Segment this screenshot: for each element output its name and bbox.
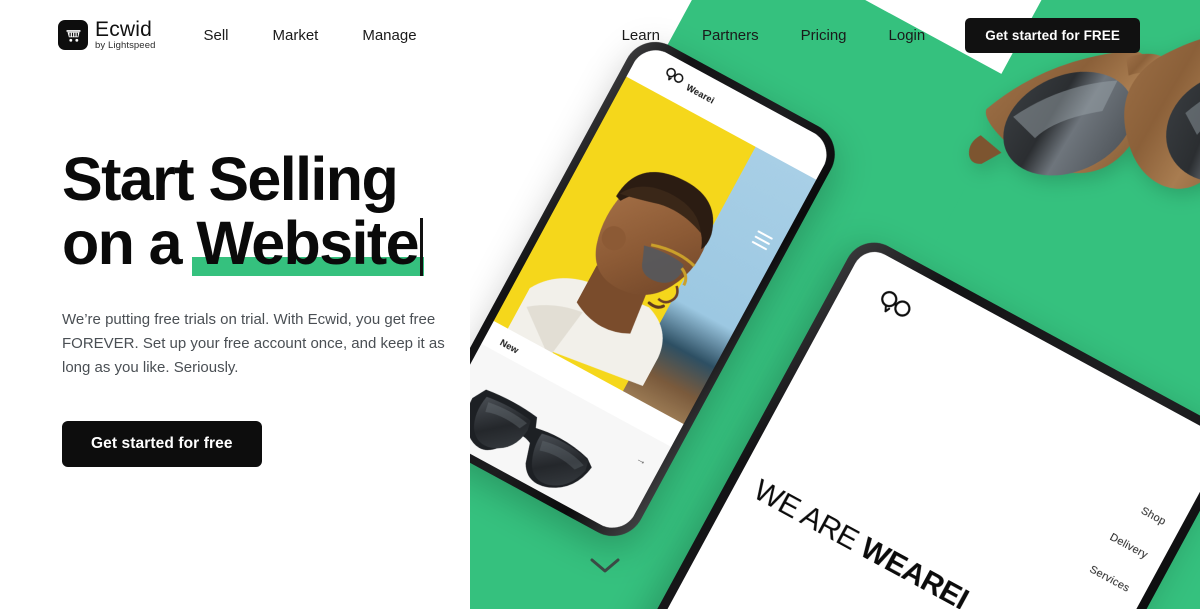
hero-get-started-button[interactable]: Get started for free [62, 420, 262, 467]
headline-prefix: on a [62, 208, 197, 277]
hero-copy: Start Selling on a Website We’re putting… [62, 149, 492, 467]
tablet-nav-item-services[interactable]: Services [1087, 563, 1131, 594]
phone-store-brand: Wearei [684, 82, 717, 106]
secondary-nav: Learn Partners Pricing Login Get started… [620, 17, 1140, 53]
hero-visual: Shop Delivery Services WE ARE WEAREI Wea… [470, 0, 1200, 609]
ecwid-landing-page: Ecwid by Lightspeed Sell Market Manage L… [0, 0, 1200, 609]
brand-name: Ecwid [95, 18, 153, 42]
page-title: Start Selling on a Website [62, 149, 492, 276]
headline-highlight-word: Website [196, 208, 419, 277]
shopping-cart-icon [58, 20, 88, 50]
tablet-headline: WE ARE WEAREI [748, 473, 974, 609]
ecwid-logo[interactable]: Ecwid by Lightspeed [58, 19, 155, 51]
header-get-started-button[interactable]: Get started for FREE [965, 17, 1140, 53]
site-header: Ecwid by Lightspeed Sell Market Manage L… [0, 0, 1200, 70]
tablet-headline-brand: WEAREI [854, 531, 974, 609]
nav-item-learn[interactable]: Learn [620, 23, 662, 48]
text-cursor-icon [419, 217, 423, 276]
chevron-down-icon[interactable] [589, 556, 621, 581]
tablet-nav-item-delivery[interactable]: Delivery [1105, 530, 1150, 561]
nav-item-login[interactable]: Login [887, 23, 928, 48]
headline-line-1: Start Selling [62, 145, 399, 213]
headline-highlight-wrap: Website [192, 212, 424, 276]
phone-section-label: New [498, 336, 521, 356]
brand-wordmark: Ecwid by Lightspeed [95, 19, 155, 51]
primary-nav: Sell Market Manage [201, 23, 458, 48]
headline-line-2: on a Website [62, 212, 492, 276]
tablet-store-nav: Shop Delivery Services [1075, 497, 1168, 609]
hero-subcopy: We’re putting free trials on trial. With… [62, 310, 445, 377]
nav-item-manage[interactable]: Manage [360, 23, 418, 48]
arrow-right-icon[interactable]: → [634, 453, 649, 469]
tablet-headline-prefix: WE ARE [748, 473, 871, 561]
nav-item-sell[interactable]: Sell [201, 23, 230, 48]
brand-tagline: by Lightspeed [95, 40, 156, 52]
nav-item-pricing[interactable]: Pricing [799, 23, 849, 48]
nav-item-partners[interactable]: Partners [700, 23, 761, 48]
tablet-nav-item-shop[interactable]: Shop [1124, 497, 1168, 528]
nav-item-market[interactable]: Market [270, 23, 320, 48]
glasses-logo-icon [871, 287, 916, 330]
